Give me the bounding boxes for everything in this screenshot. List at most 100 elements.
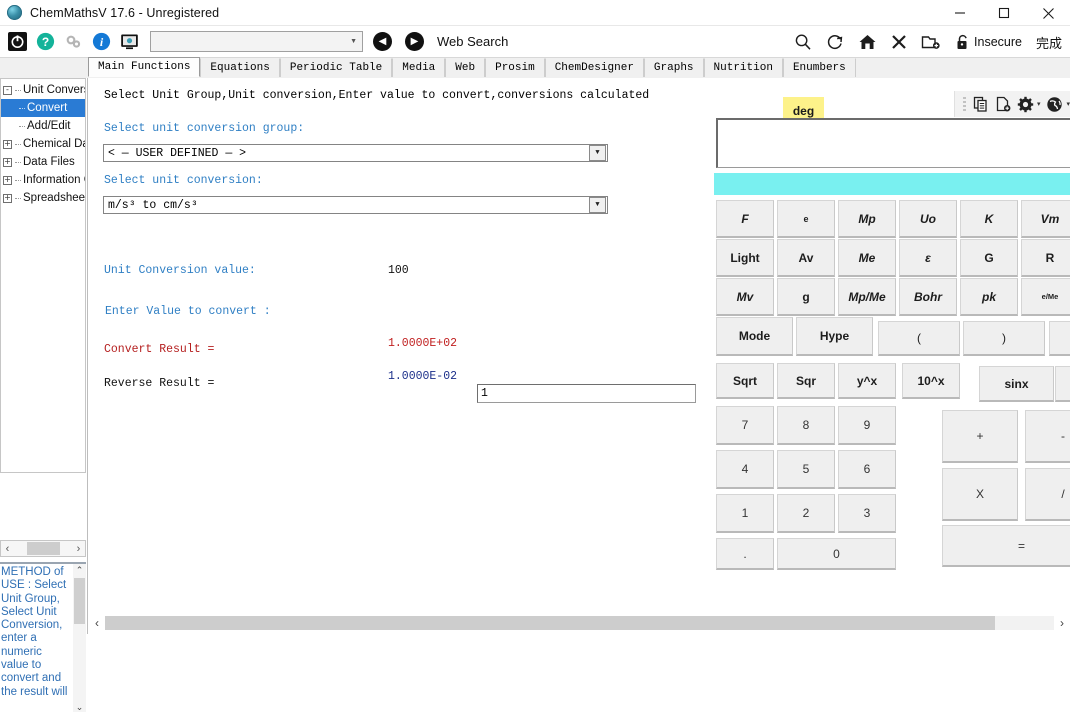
forward-button[interactable]: ▶ [405,32,424,51]
btn-5[interactable]: 5 [777,450,835,489]
tab-periodic-table[interactable]: Periodic Table [279,58,393,77]
btn-faraday[interactable]: F [716,200,774,238]
tab-prosim[interactable]: Prosim [485,58,545,77]
scroll-down-arrow-icon[interactable]: ⌄ [73,701,86,712]
btn-2[interactable]: 2 [777,494,835,533]
tab-enumbers[interactable]: Enumbers [782,58,856,77]
stop-button[interactable] [891,34,907,50]
expand-box-icon[interactable]: + [3,157,12,167]
btn-permeability[interactable]: Uo [899,200,957,238]
btn-6[interactable]: 6 [838,450,896,489]
btn-mp-me[interactable]: Mp/Me [838,278,896,316]
btn-3[interactable]: 3 [838,494,896,533]
chevron-down-icon[interactable]: ▼ [589,145,606,161]
calculator-display[interactable] [716,118,1070,168]
url-input[interactable] [151,32,362,51]
scroll-right-arrow-icon[interactable]: › [72,543,85,555]
btn-inverse[interactable]: Inv [1049,321,1070,356]
btn-pk[interactable]: pk [960,278,1018,316]
btn-gravity[interactable]: g [777,278,835,316]
btn-0[interactable]: 0 [777,538,896,570]
btn-equals[interactable]: = [942,525,1070,567]
tab-nutrition[interactable]: Nutrition [703,58,783,77]
power-icon[interactable] [6,31,28,53]
expand-box-icon[interactable]: + [3,139,12,149]
btn-cos[interactable]: cosx [1055,366,1070,402]
scroll-thumb[interactable] [105,616,995,630]
settings-icon[interactable] [62,31,84,53]
btn-mode[interactable]: Mode [716,317,793,356]
btn-plus[interactable]: + [942,410,1018,463]
home-button[interactable] [858,33,877,51]
tree-horizontal-scrollbar[interactable]: ‹ › [0,540,86,557]
btn-sin[interactable]: sinx [979,366,1054,402]
collapse-box-icon[interactable]: - [3,85,12,95]
unit-group-combobox[interactable]: < — USER DEFINED — > ▼ [103,144,608,162]
expand-box-icon[interactable]: + [3,193,12,203]
tab-web[interactable]: Web [445,58,486,77]
scroll-track[interactable] [105,616,1054,630]
new-document-icon[interactable] [993,94,1013,114]
maximize-button[interactable] [982,0,1026,26]
scroll-up-arrow-icon[interactable]: ⌃ [73,564,86,577]
btn-hype[interactable]: Hype [796,317,873,356]
tab-chemdesigner[interactable]: ChemDesigner [544,58,644,77]
chevron-down-icon[interactable]: ▼ [589,197,606,213]
tab-equations[interactable]: Equations [200,58,280,77]
btn-mv[interactable]: Mv [716,278,774,316]
btn-proton-mass[interactable]: Mp [838,200,896,238]
minimize-button[interactable] [938,0,982,26]
web-search-label[interactable]: Web Search [437,34,508,49]
help-scroll-thumb[interactable] [74,578,85,624]
btn-7[interactable]: 7 [716,406,774,445]
btn-sqr[interactable]: Sqr [777,363,835,399]
btn-ten-power[interactable]: 10^x [902,363,960,399]
scroll-left-arrow-icon[interactable]: ‹ [89,616,105,630]
btn-open-paren[interactable]: ( [878,321,960,356]
chevron-down-icon[interactable]: ▾ [1037,100,1041,108]
insecure-indicator[interactable]: Insecure [955,33,1022,51]
unit-conversion-combobox[interactable]: m/s³ to cm/s³ ▼ [103,196,608,214]
scroll-thumb[interactable] [26,542,60,555]
globe-icon[interactable] [1045,94,1065,114]
btn-minus[interactable]: - [1025,410,1070,463]
monitor-icon[interactable] [118,31,140,53]
refresh-button[interactable] [826,33,844,51]
info-icon[interactable]: i [90,31,112,53]
btn-gas-constant[interactable]: R [1021,239,1070,277]
btn-electron-mass[interactable]: Me [838,239,896,277]
btn-molar-volume[interactable]: Vm [1021,200,1070,238]
btn-boltzmann[interactable]: K [960,200,1018,238]
btn-close-paren[interactable]: ) [963,321,1045,356]
tree-item-unit-conversions[interactable]: - Unit Convers [1,81,85,99]
new-folder-icon[interactable] [921,33,941,51]
close-button[interactable] [1026,0,1070,26]
search-button[interactable] [794,33,812,51]
chevron-down-icon[interactable]: ▾ [1067,100,1070,108]
btn-electron-charge[interactable]: e [777,200,835,238]
btn-bohr[interactable]: Bohr [899,278,957,316]
done-button[interactable]: 完成 [1036,33,1062,52]
back-button[interactable]: ◀ [373,32,392,51]
btn-permittivity[interactable]: ε [899,239,957,277]
help-vertical-scrollbar[interactable]: ⌃ ⌄ [73,564,86,712]
btn-9[interactable]: 9 [838,406,896,445]
tree-item-convert[interactable]: Convert [1,99,85,117]
tree-item-information-centre[interactable]: + Information C [1,171,85,189]
main-horizontal-scrollbar[interactable]: ‹ › [89,612,1070,634]
btn-decimal[interactable]: . [716,538,774,570]
scroll-right-arrow-icon[interactable]: › [1054,616,1070,630]
btn-multiply[interactable]: X [942,468,1018,521]
btn-e-me[interactable]: e/Me [1021,278,1070,316]
url-combobox[interactable]: ▼ [150,31,363,52]
gear-icon[interactable] [1015,94,1035,114]
tab-main-functions[interactable]: Main Functions [88,57,201,77]
tree-item-spreadsheet[interactable]: + Spreadsheet [1,189,85,207]
btn-4[interactable]: 4 [716,450,774,489]
btn-sqrt[interactable]: Sqrt [716,363,774,399]
btn-gravitation[interactable]: G [960,239,1018,277]
btn-1[interactable]: 1 [716,494,774,533]
tab-media[interactable]: Media [392,58,446,77]
convert-value-input[interactable] [477,384,696,403]
tree-item-add-edit[interactable]: Add/Edit [1,117,85,135]
